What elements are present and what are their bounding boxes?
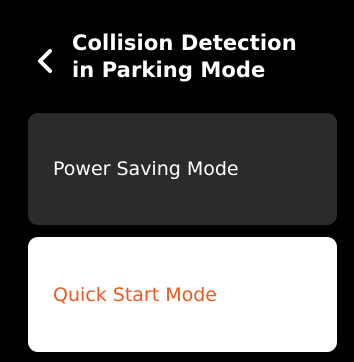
page-header: Collision Detection in Parking Mode — [0, 0, 354, 110]
option-label: Power Saving Mode — [53, 158, 239, 180]
page-title-line-2: in Parking Mode — [72, 58, 266, 82]
option-label: Quick Start Mode — [53, 283, 217, 306]
back-button[interactable] — [36, 48, 54, 74]
option-power-saving-mode[interactable]: Power Saving Mode — [28, 113, 337, 225]
page-title: Collision Detection in Parking Mode — [72, 30, 342, 84]
page-title-line-1: Collision Detection — [72, 31, 297, 55]
chevron-left-icon — [38, 49, 52, 73]
option-quick-start-mode[interactable]: Quick Start Mode — [28, 237, 337, 352]
